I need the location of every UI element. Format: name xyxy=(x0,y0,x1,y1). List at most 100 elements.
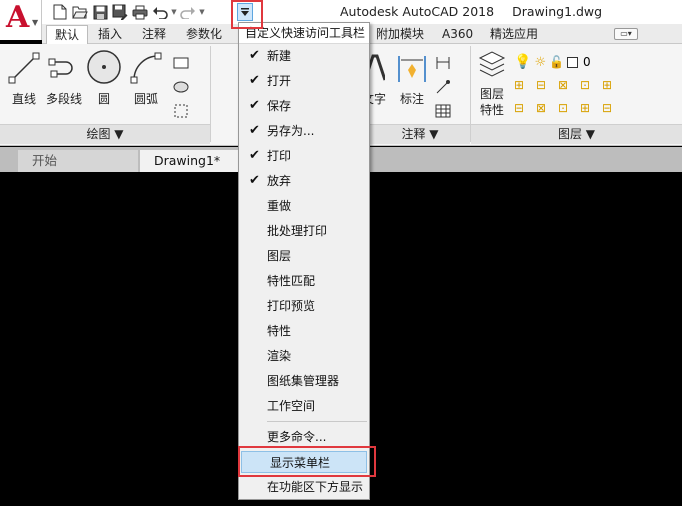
layer-properties-icon xyxy=(478,51,506,77)
customize-qat-menu: 自定义快速访问工具栏 ✔ 新建 ✔ 打开 ✔ 保存 ✔ 另存为... ✔ 打印 ✔ 放弃 重做 批处理打印… xyxy=(238,22,370,500)
menu-item[interactable]: 批处理打印 xyxy=(239,220,369,242)
new-file-icon[interactable] xyxy=(50,3,70,21)
menu-item-label: 特性匹配 xyxy=(267,274,316,288)
autocad-a-icon: A xyxy=(6,0,30,35)
tab-insert[interactable]: 插入 xyxy=(90,25,130,44)
document-name: Drawing1.dwg xyxy=(512,4,603,19)
layer-tool-icon[interactable]: ⊟ xyxy=(536,78,558,95)
checkmark-icon: ✔ xyxy=(249,48,260,63)
menu-item-label: 重做 xyxy=(267,199,292,213)
layer-tool-icon[interactable]: ⊞ xyxy=(602,78,624,95)
arc-icon xyxy=(130,52,162,84)
dimension-tool[interactable]: 标注 xyxy=(394,50,430,106)
panel-divider xyxy=(210,46,211,142)
checkmark-icon: ✔ xyxy=(249,123,260,138)
layer-tool-icon[interactable]: ⊟ xyxy=(602,101,624,118)
menu-item[interactable]: 渲染 xyxy=(239,345,369,367)
save-icon[interactable] xyxy=(90,3,110,21)
annotation-panel-title[interactable]: 注释 ▼ xyxy=(370,124,470,144)
open-file-icon[interactable] xyxy=(70,3,90,21)
layer-tool-icon[interactable]: ⊡ xyxy=(580,78,602,95)
menu-item[interactable]: ✔ 另存为... xyxy=(239,120,369,142)
layer-dropdown[interactable]: 💡 ☼ 🔓 0 xyxy=(514,52,674,72)
hatch-icon[interactable] xyxy=(172,78,190,96)
boundary-icon[interactable] xyxy=(172,102,190,120)
circle-label: 圆 xyxy=(97,92,110,106)
polyline-icon xyxy=(48,58,73,78)
dimension-icon xyxy=(398,56,426,82)
menu-item[interactable]: ✔ 保存 xyxy=(239,95,369,117)
tab-annotate[interactable]: 注释 xyxy=(134,25,174,44)
current-layer-name: 0 xyxy=(583,55,591,69)
menu-item[interactable]: 特性 xyxy=(239,320,369,342)
tab-a360[interactable]: A360 xyxy=(434,25,481,44)
chevron-down-icon: ▼ xyxy=(32,18,39,27)
menu-item[interactable]: 工作空间 xyxy=(239,395,369,417)
rectangle-icon[interactable] xyxy=(172,54,190,72)
checkmark-icon: ✔ xyxy=(249,73,260,88)
menu-item-label: 渲染 xyxy=(267,349,292,363)
color-swatch-icon xyxy=(567,56,579,68)
polyline-label: 多段线 xyxy=(45,92,82,106)
layer-tool-icon[interactable]: ⊠ xyxy=(536,101,558,118)
layer-tool-icon[interactable]: ⊡ xyxy=(558,101,580,118)
menu-item[interactable]: ✔ 放弃 xyxy=(239,170,369,192)
layer-properties-tool[interactable]: 图层 特性 xyxy=(474,48,510,122)
menu-item-label: 特性 xyxy=(267,324,292,338)
tab-default[interactable]: 默认 xyxy=(46,25,89,45)
menu-item-show-below-ribbon[interactable]: 在功能区下方显示 xyxy=(239,476,369,498)
arc-tool[interactable]: 圆弧 xyxy=(126,50,166,106)
menu-separator xyxy=(267,421,367,422)
table-icon[interactable] xyxy=(434,102,452,120)
tab-start[interactable]: 开始 xyxy=(18,150,138,172)
checkmark-icon: ✔ xyxy=(249,148,260,163)
menu-item-label: 新建 xyxy=(267,49,292,63)
menu-item[interactable]: 图纸集管理器 xyxy=(239,370,369,392)
menu-item-more-commands[interactable]: 更多命令... xyxy=(239,426,369,448)
layer-tool-icon[interactable]: ⊞ xyxy=(514,78,536,95)
save-as-icon[interactable] xyxy=(110,3,130,21)
layer-tool-icon[interactable]: ⊠ xyxy=(558,78,580,95)
menu-item[interactable]: ✔ 打印 xyxy=(239,145,369,167)
tab-addins[interactable]: 附加模块 xyxy=(368,25,432,44)
layer-panel-title[interactable]: 图层 ▼ xyxy=(471,124,682,144)
leader-icon[interactable] xyxy=(434,78,452,96)
redo-dropdown-icon[interactable]: ▼ xyxy=(198,8,206,16)
menu-item-label: 打印预览 xyxy=(267,299,316,313)
layer-tool-grid: ⊞ ⊟ ⊠ ⊡ ⊞ ⊟ ⊠ ⊡ ⊞ ⊟ xyxy=(514,78,624,118)
application-menu-button[interactable]: A ▼ xyxy=(0,0,42,40)
menu-header: 自定义快速访问工具栏 xyxy=(239,23,369,44)
customize-qat-button[interactable] xyxy=(237,3,253,21)
tab-drawing1[interactable]: Drawing1* xyxy=(140,150,250,172)
menu-item[interactable]: 图层 xyxy=(239,245,369,267)
product-name: Autodesk AutoCAD 2018 xyxy=(340,4,495,19)
menu-item[interactable]: 打印预览 xyxy=(239,295,369,317)
tab-featured-apps[interactable]: 精选应用 xyxy=(482,25,546,44)
menu-item[interactable]: 特性匹配 xyxy=(239,270,369,292)
layer-tool-icon[interactable]: ⊟ xyxy=(514,101,536,118)
menu-item[interactable]: ✔ 打开 xyxy=(239,70,369,92)
menu-item[interactable]: ✔ 新建 xyxy=(239,45,369,67)
draw-panel-title[interactable]: 绘图 ▼ xyxy=(0,124,210,144)
menu-item-show-menubar[interactable]: 显示菜单栏 xyxy=(241,451,367,473)
layer-properties-label: 图层 特性 xyxy=(479,87,504,117)
menu-item-label: 打印 xyxy=(267,149,292,163)
menu-item-label: 图层 xyxy=(267,249,292,263)
linear-dim-icon[interactable] xyxy=(434,54,452,72)
print-icon[interactable] xyxy=(130,3,150,21)
quick-access-toolbar: ▼ ▼ xyxy=(50,3,206,21)
checkmark-icon: ✔ xyxy=(249,98,260,113)
menu-item-label: 打开 xyxy=(267,74,292,88)
line-tool[interactable]: 直线 xyxy=(4,50,44,106)
menu-item-label: 保存 xyxy=(267,99,292,113)
undo-icon[interactable] xyxy=(150,3,170,21)
undo-dropdown-icon[interactable]: ▼ xyxy=(170,8,178,16)
redo-icon[interactable] xyxy=(178,3,198,21)
menu-item[interactable]: 重做 xyxy=(239,195,369,217)
circle-tool[interactable]: 圆 xyxy=(84,48,124,106)
window-title: Autodesk AutoCAD 2018 Drawing1.dwg xyxy=(340,4,602,19)
layer-tool-icon[interactable]: ⊞ xyxy=(580,101,602,118)
polyline-tool[interactable]: 多段线 xyxy=(44,50,84,106)
tab-parametric[interactable]: 参数化 xyxy=(178,25,230,44)
ribbon-minimize-icon[interactable]: ▭▾ xyxy=(614,28,638,40)
